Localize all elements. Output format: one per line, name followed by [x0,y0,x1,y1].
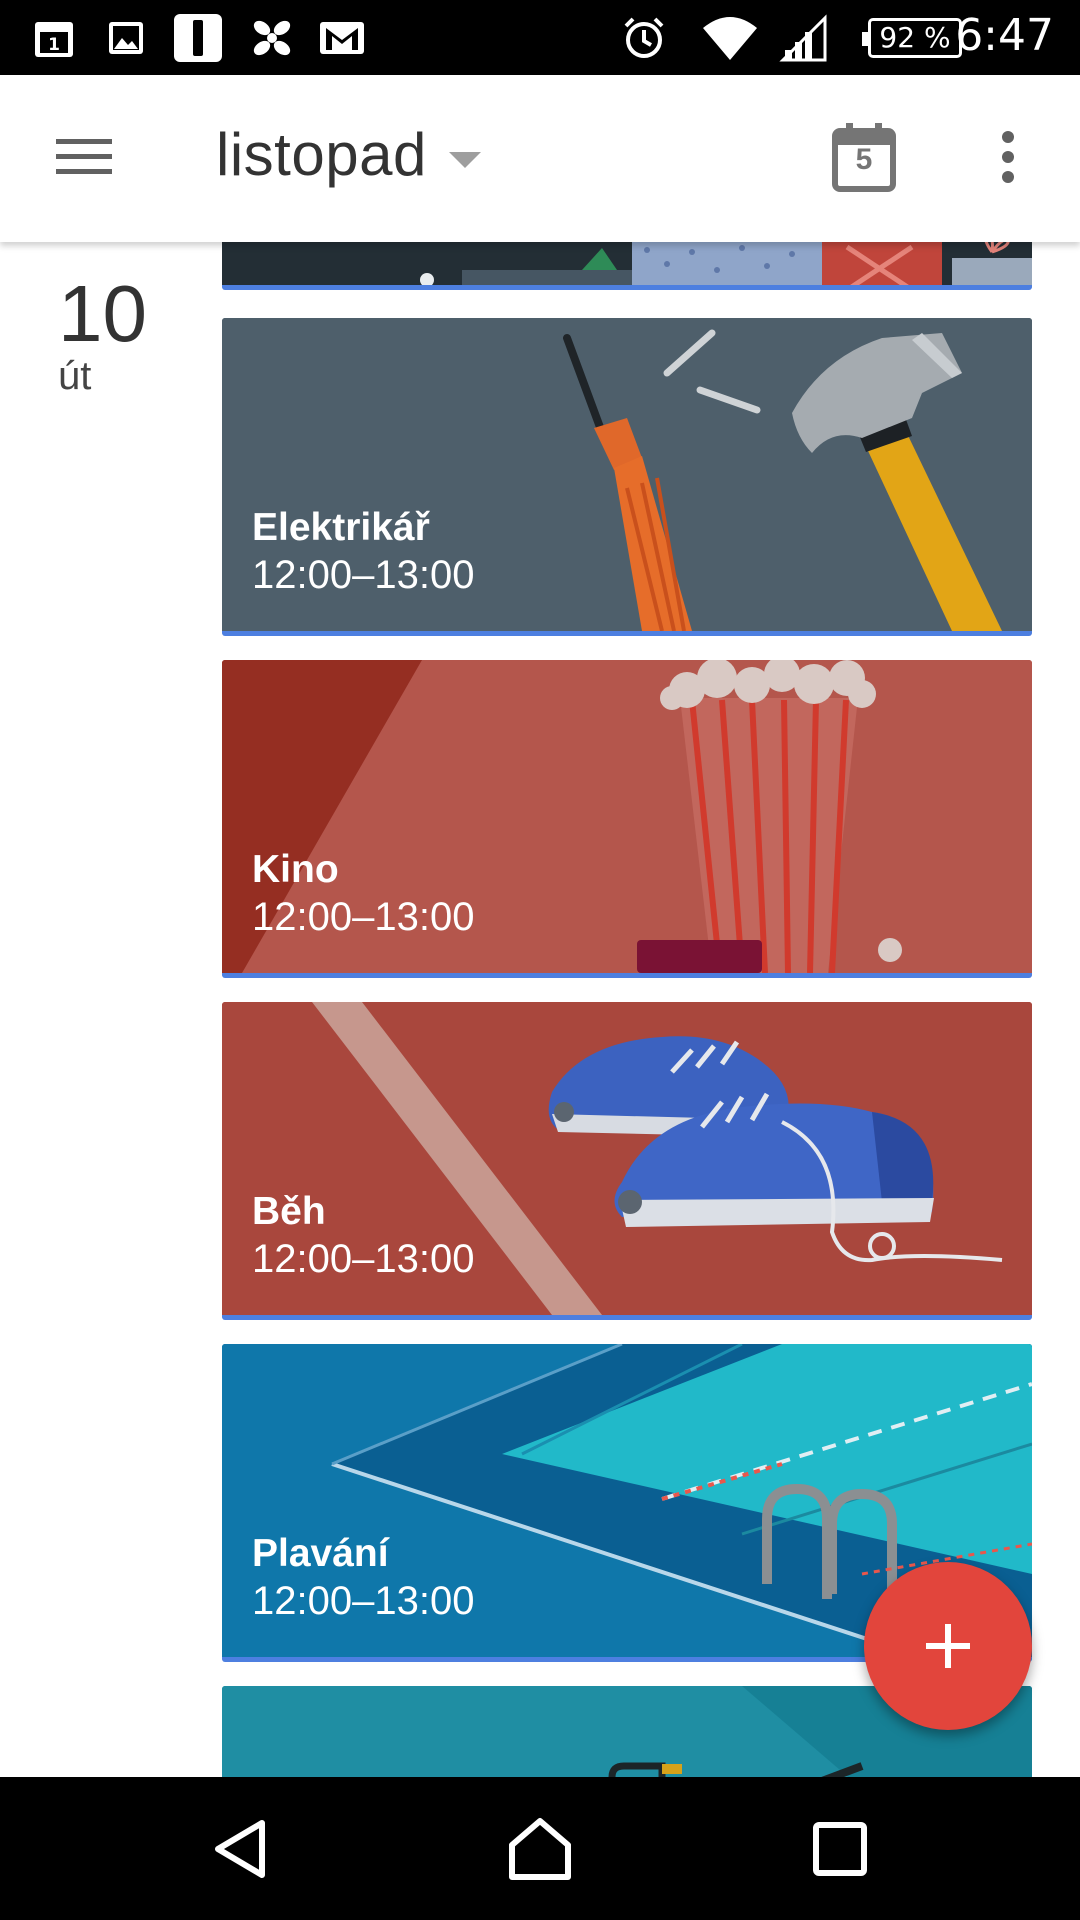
home-button[interactable] [490,1799,590,1899]
gift-illustration [222,242,1032,285]
more-vert-icon [1002,131,1014,183]
svg-text:1: 1 [48,35,60,55]
event-card-kino[interactable]: Kino 12:00–13:00 [222,660,1032,978]
alarm-icon [618,14,670,62]
event-card-partial[interactable] [222,242,1032,290]
signal-icon [776,14,832,62]
calendar-1-icon: 1 [30,14,78,62]
date-weekday: út [58,354,92,398]
back-icon [215,1820,265,1878]
home-icon [509,1818,571,1880]
event-card-elektrikar[interactable]: Elektrikář 12:00–13:00 [222,318,1032,636]
month-title[interactable]: listopad [216,120,427,189]
wifi-icon [700,14,760,62]
event-title: Běh [252,1190,326,1233]
back-button[interactable] [190,1799,290,1899]
today-number: 5 [855,143,873,176]
menu-button[interactable] [40,113,128,201]
add-event-button[interactable] [864,1562,1032,1730]
date-day-number[interactable]: 10 [58,268,147,360]
today-button[interactable]: 5 [820,113,908,201]
schedule-list[interactable]: 10 út Elektrikář 12:00–13:00 Kino 12:00–… [0,242,1080,1777]
event-title: Elektrikář [252,506,430,549]
event-time: 12:00–13:00 [252,1579,475,1623]
recents-button[interactable] [790,1799,890,1899]
event-card-beh[interactable]: Běh 12:00–13:00 [222,1002,1032,1320]
plus-icon [926,1624,970,1668]
battery-icon: 92 % [862,18,962,58]
status-bar: 1 92 % 6:47 [0,0,1080,75]
status-time: 6:47 [955,10,1054,61]
event-time: 12:00–13:00 [252,553,475,597]
event-time: 12:00–13:00 [252,1237,475,1281]
event-time: 12:00–13:00 [252,895,475,939]
menu-icon [56,139,112,174]
navigation-bar [0,1777,1080,1920]
screen: 1 92 % 6:47 listopad 5 10 út Elektrikář … [0,0,1080,1920]
image-icon [102,14,150,62]
recents-icon [813,1822,867,1876]
dropdown-arrow-icon[interactable] [445,148,485,172]
notification-bar-icon [170,14,226,62]
event-title: Kino [252,848,339,891]
app-bar: listopad 5 [0,75,1080,242]
event-title: Plavání [252,1532,389,1575]
more-options-button[interactable] [964,113,1052,201]
gmail-icon [316,14,368,62]
fan-icon [246,14,298,62]
